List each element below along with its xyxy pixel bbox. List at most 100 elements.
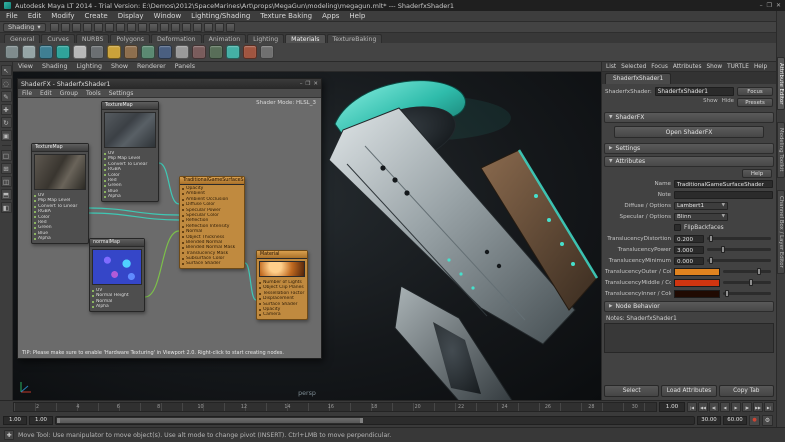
paint-select-tool-icon[interactable]: ✎ <box>0 91 12 102</box>
node-port-row[interactable]: Alpha <box>90 304 144 309</box>
node-surface-shader[interactable]: TraditionalGameSurfaceShader OpacityAmbi… <box>179 176 245 269</box>
attribute-editor-menu-item[interactable]: Selected <box>621 64 646 70</box>
select-object-icon[interactable] <box>115 22 125 32</box>
shelf-tool-icon[interactable] <box>243 45 257 59</box>
menu-item[interactable]: Window <box>154 12 182 20</box>
shaderfx-menu-item[interactable]: Settings <box>109 90 134 97</box>
shaderfx-menu-item[interactable]: Edit <box>40 90 52 97</box>
flipbackfaces-checkbox[interactable] <box>674 224 681 231</box>
menu-item[interactable]: Display <box>118 12 144 20</box>
select-tool-icon[interactable]: ↖ <box>0 65 12 76</box>
presets-button[interactable]: Presets <box>737 98 773 107</box>
shelf-tool-icon[interactable] <box>39 45 53 59</box>
node-normalmap[interactable]: normalMap UV Normal Height Normal Alpha <box>89 238 145 312</box>
name-input[interactable]: TraditionalGameSurfaceShader <box>674 179 773 188</box>
viewport-menu-item[interactable]: Panels <box>175 63 195 70</box>
translucency-distortion-field[interactable]: 0.200 <box>674 234 704 243</box>
shelf-tab[interactable]: TextureBaking <box>326 34 383 43</box>
section-attributes[interactable]: ▼ Attributes <box>604 156 774 167</box>
translucency-minimum-field[interactable]: 0.000 <box>674 256 704 265</box>
shelf-tool-icon[interactable] <box>90 45 104 59</box>
shelf-tab[interactable]: Lighting <box>247 34 285 43</box>
playback-button[interactable]: ◀| <box>709 402 719 412</box>
playback-button[interactable]: ▶| <box>764 402 774 412</box>
playback-button[interactable]: ▶ <box>731 402 741 412</box>
attribute-editor-menu-item[interactable]: Focus <box>651 64 668 70</box>
panel-vertical-tab[interactable]: Attribute Editor <box>777 57 785 111</box>
attribute-editor-menu-item[interactable]: Help <box>754 64 767 70</box>
load-attributes-button[interactable]: Load Attributes <box>661 385 717 397</box>
shelf-tool-icon[interactable] <box>56 45 70 59</box>
node-name-field[interactable]: ShaderfxShader1 <box>654 87 734 96</box>
shelf-tab[interactable]: NURBS <box>75 34 110 43</box>
timeline-ticks[interactable]: 2 4 6 8 10 12 14 16 18 20 22 24 26 28 30 <box>13 402 657 412</box>
specular-options-dropdown[interactable]: Blinn ▼ <box>674 212 728 221</box>
node-texturemap-1[interactable]: TextureMap UV Mip Map Level Convert To Lin… <box>101 101 159 202</box>
shelf-tool-icon[interactable] <box>22 45 36 59</box>
translucency-power-field[interactable]: 3.000 <box>674 245 704 254</box>
shaderfx-node-graph[interactable]: Shader Mode: HLSL_3 TextureMap UV Mip Map… <box>18 98 321 358</box>
shelf-tool-icon[interactable] <box>192 45 206 59</box>
render-settings-icon[interactable] <box>225 22 235 32</box>
translucency-inner-slider[interactable] <box>723 290 771 297</box>
shelf-tool-icon[interactable] <box>260 45 274 59</box>
range-handle[interactable] <box>57 417 364 423</box>
playback-start-field[interactable]: 1.00 <box>29 415 53 425</box>
move-tool-icon[interactable]: ✚ <box>0 104 12 115</box>
menu-item[interactable]: Edit <box>28 12 42 20</box>
open-scene-icon[interactable] <box>60 22 70 32</box>
rotate-tool-icon[interactable]: ↻ <box>0 117 12 128</box>
translucency-power-slider[interactable] <box>707 246 771 253</box>
attribute-editor-menu-item[interactable]: Attributes <box>673 64 702 70</box>
construction-history-icon[interactable] <box>192 22 202 32</box>
attribute-editor-menu-item[interactable]: TURTLE <box>727 64 749 70</box>
playback-button[interactable]: |▶ <box>742 402 752 412</box>
select-component-icon[interactable] <box>126 22 136 32</box>
playback-button[interactable]: ◀ <box>720 402 730 412</box>
minimize-icon[interactable]: – <box>300 81 303 87</box>
attribute-editor-menu-item[interactable]: List <box>606 64 616 70</box>
menu-item[interactable]: Texture Baking <box>260 12 312 20</box>
section-node-behavior[interactable]: ▶ Node Behavior <box>604 301 774 312</box>
translucency-inner-color-swatch[interactable] <box>674 289 720 298</box>
help-button[interactable]: Help <box>742 169 772 178</box>
menu-item[interactable]: Modify <box>51 12 74 20</box>
shelf-tab[interactable]: Materials <box>285 34 326 43</box>
animation-preferences-button[interactable]: ⚙ <box>762 414 773 426</box>
shelf-tab[interactable]: Animation <box>202 34 247 43</box>
node-title[interactable]: normalMap <box>90 239 144 247</box>
node-port-row[interactable]: Alpha <box>32 236 88 241</box>
node-port-row[interactable]: Alpha <box>102 194 158 199</box>
persp-graph-layout-icon[interactable]: ◧ <box>0 202 12 213</box>
notes-area[interactable] <box>604 323 774 353</box>
translucency-distortion-slider[interactable] <box>707 235 771 242</box>
persp-outliner-layout-icon[interactable]: ◫ <box>0 176 12 187</box>
select-hierarchy-icon[interactable] <box>104 22 114 32</box>
note-input[interactable] <box>674 190 773 199</box>
select-button[interactable]: Select <box>604 385 660 397</box>
shaderfx-menu-item[interactable]: Group <box>60 90 78 97</box>
snap-view-icon[interactable] <box>170 22 180 32</box>
snap-grid-icon[interactable] <box>137 22 147 32</box>
shelf-tab[interactable]: Curves <box>41 34 75 43</box>
node-title[interactable]: Material <box>257 251 307 259</box>
redo-icon[interactable] <box>93 22 103 32</box>
ipr-render-icon[interactable] <box>214 22 224 32</box>
menu-item[interactable]: Apps <box>322 12 339 20</box>
current-time-field[interactable]: 1.00 <box>659 402 685 412</box>
shelf-tool-icon[interactable] <box>5 45 19 59</box>
menu-item[interactable]: Lighting/Shading <box>191 12 250 20</box>
shelf-tool-icon[interactable] <box>226 45 240 59</box>
focus-button[interactable]: Focus <box>737 87 773 96</box>
undo-icon[interactable] <box>82 22 92 32</box>
shelf-tab[interactable]: Deformation <box>150 34 202 43</box>
snap-curve-icon[interactable] <box>148 22 158 32</box>
menu-item[interactable]: File <box>6 12 18 20</box>
translucency-outer-color-swatch[interactable] <box>674 267 720 276</box>
translucency-middle-slider[interactable] <box>723 279 771 286</box>
viewport-menu-item[interactable]: Shading <box>42 63 68 70</box>
menu-set-selector[interactable]: Shading ▾ <box>3 22 46 32</box>
shelf-tab[interactable]: Polygons <box>110 34 150 43</box>
range-bar[interactable] <box>55 415 695 425</box>
render-current-frame-icon[interactable] <box>203 22 213 32</box>
